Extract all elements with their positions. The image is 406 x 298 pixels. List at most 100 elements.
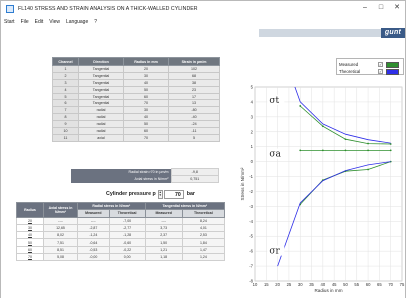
spin-down-icon[interactable]: ▼ — [159, 193, 162, 198]
radius-cell: 30 — [123, 106, 169, 115]
strain-gauge-table: Channel Direction Radius in mm Strain in… — [52, 57, 220, 142]
stress-chart: 10 15 20 25 30 35 40 45 50 55 60 65 70 75-8-7-6-5-4-3… — [240, 85, 405, 294]
strain-cell: -24 — [168, 120, 220, 129]
column-header-strain: Strain in µm/m — [168, 57, 220, 66]
table-row: 70 5,08 -0,00 0,00 1,18 1,24 — [16, 253, 226, 262]
pressure-spinner[interactable]: ▲ ▼ — [157, 189, 163, 199]
radius-cell: 50 — [123, 85, 169, 94]
tangential-measured-cell: 1,21 — [144, 245, 183, 255]
window-title: FL140 STRESS AND STRAIN ANALYSIS ON A TH… — [18, 6, 198, 12]
direction-cell: radial — [78, 120, 124, 129]
radius-cell[interactable]: 50 — [16, 238, 44, 247]
tangential-theoretical-cell: 1,24 — [181, 253, 226, 262]
minimize-button[interactable]: – — [358, 4, 372, 12]
direction-cell: radial — [78, 106, 124, 115]
tangential-measured-cell: ---- — [144, 216, 183, 225]
pressure-label: Cylinder pressure p — [106, 191, 156, 197]
table-row: 3 Tangential 40 38 — [52, 78, 220, 87]
column-header-radius: Radius — [16, 202, 44, 218]
radial-strain-value: -9,8 — [170, 168, 219, 176]
theoretical-color-swatch[interactable] — [386, 68, 399, 75]
data-point — [344, 138, 347, 141]
radius-cell: 70 — [123, 99, 169, 108]
annotation-label: σt — [269, 96, 279, 106]
direction-cell: Tangential — [78, 71, 124, 80]
table-row: 8 radial 40 -40 — [52, 113, 220, 122]
table-row: 60 8,51 -0,53 -0,22 1,21 1,47 — [16, 245, 226, 255]
channel-cell: 2 — [52, 71, 79, 80]
radius-cell[interactable]: 70 — [16, 253, 44, 262]
menu-start[interactable]: Start — [4, 19, 15, 25]
table-row: 4 Tangential 50 23 — [52, 85, 220, 94]
y-tick-label: 1 — [251, 144, 254, 149]
y-tick-label: 2 — [251, 129, 254, 134]
data-point — [367, 168, 369, 171]
subheader-tangential-theoretical: Theoretical — [181, 209, 226, 218]
x-tick-label: 20 — [275, 282, 280, 287]
table-row: 10 radial 60 -11 — [52, 127, 220, 135]
subheader-radial-theoretical: Theoretical — [108, 209, 146, 218]
x-tick-label: 25 — [287, 282, 292, 287]
axial-cell: 8,51 — [43, 245, 78, 255]
menu-edit[interactable]: Edit — [35, 19, 44, 25]
menu-language[interactable]: Language — [66, 19, 88, 25]
radius-cell: 60 — [123, 127, 169, 135]
legend-theoretical-label: Theoretical — [339, 69, 361, 74]
x-tick-label: 50 — [343, 282, 348, 287]
channel-cell: 11 — [52, 133, 79, 142]
radius-cell[interactable]: 40 — [16, 231, 44, 240]
menu-view[interactable]: View — [49, 19, 60, 25]
axial-cell: 12,65 — [43, 223, 78, 233]
x-tick-label: 15 — [264, 282, 269, 287]
theoretical-checkbox[interactable]: ✓ — [378, 69, 383, 74]
app-window: FL140 STRESS AND STRAIN ANALYSIS ON A TH… — [0, 0, 406, 298]
table-row: 20 ---- ---- -7,00 ---- 8,24 — [16, 216, 226, 225]
maximize-button[interactable]: □ — [374, 4, 388, 12]
y-tick-label: -3 — [249, 204, 253, 209]
y-tick-label: -1 — [249, 174, 253, 179]
app-icon — [6, 5, 14, 13]
direction-cell: Tangential — [78, 99, 124, 108]
menu-help[interactable]: ? — [94, 19, 97, 25]
data-point — [389, 149, 392, 152]
y-axis-label: Stress in N/mm² — [240, 167, 245, 200]
y-tick-label: 3 — [251, 114, 254, 119]
menu-file[interactable]: File — [21, 19, 29, 25]
radial-theoretical-cell: -0,60 — [108, 238, 146, 247]
legend-measured-label: Measured — [339, 62, 359, 67]
legend-measured: Measured ✓ — [339, 61, 399, 68]
radial-measured-cell: -0,64 — [77, 238, 110, 247]
channel-cell: 7 — [52, 106, 79, 115]
radial-measured-cell: -0,53 — [77, 245, 110, 255]
channel-cell: 3 — [52, 78, 79, 87]
radial-theoretical-cell: -2,77 — [108, 223, 146, 233]
axial-cell: 5,08 — [43, 253, 78, 262]
direction-cell: Tangential — [78, 78, 124, 87]
radius-cell: 30 — [123, 71, 169, 80]
close-button[interactable]: ✕ — [390, 4, 404, 12]
channel-cell: 10 — [52, 127, 79, 135]
summary-table: Radial strain r70 in µm/m -9,8 Axial stre… — [71, 168, 219, 183]
data-point — [321, 125, 324, 128]
radial-theoretical-cell: -0,22 — [108, 245, 146, 255]
radius-cell[interactable]: 20 — [16, 216, 44, 225]
title-bar: FL140 STRESS AND STRAIN ANALYSIS ON A TH… — [1, 1, 405, 17]
y-tick-label: 4 — [251, 99, 254, 104]
channel-cell: 4 — [52, 85, 79, 94]
axial-stress-value: 0,751 — [170, 175, 219, 183]
radius-cell: 40 — [123, 113, 169, 122]
strain-cell: 13 — [168, 99, 220, 108]
x-tick-label: 10 — [253, 282, 258, 287]
radius-cell[interactable]: 30 — [16, 223, 44, 233]
measured-color-swatch[interactable] — [386, 61, 399, 68]
x-tick-label: 30 — [298, 282, 303, 287]
pressure-input[interactable]: 70 — [163, 189, 184, 199]
channel-cell: 9 — [52, 120, 79, 129]
strain-cell: 5 — [168, 133, 220, 142]
measured-checkbox[interactable]: ✓ — [378, 62, 383, 67]
radius-cell[interactable]: 60 — [16, 245, 44, 255]
channel-cell: 1 — [52, 65, 79, 73]
stress-table: Radius Axial stress in N/mm² Radial stre… — [16, 201, 226, 262]
table-row: 2 Tangential 30 68 — [52, 71, 220, 80]
tangential-measured-cell: 1,50 — [144, 238, 183, 247]
